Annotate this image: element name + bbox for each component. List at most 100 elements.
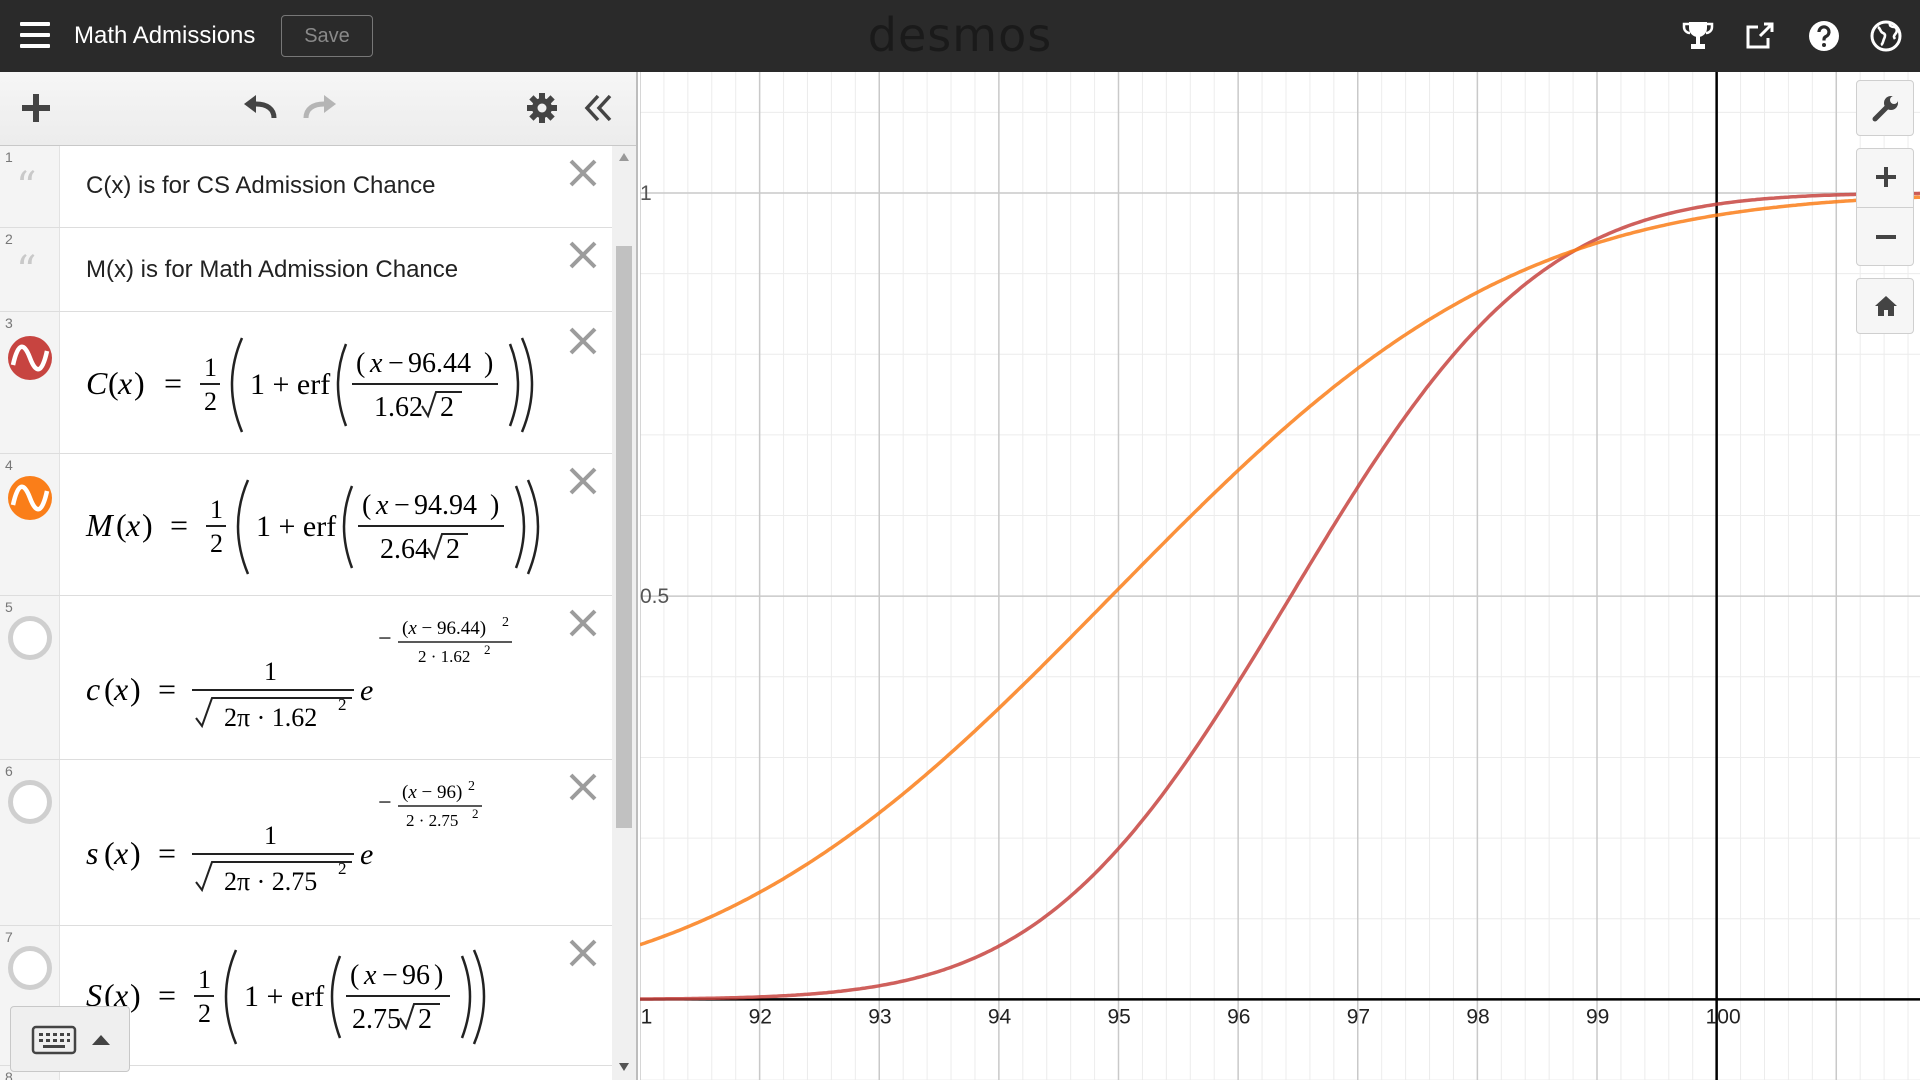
expression-item-5[interactable]: 5 c (x) = 1 2π · 1.62 2 e − (x − 96.44) … bbox=[0, 596, 612, 760]
expression-item-2[interactable]: 2 “ M(x) is for Math Admission Chance bbox=[0, 228, 612, 312]
formula-pdf[interactable]: c (x) = 1 2π · 1.62 2 e − (x − 96.44) 2 … bbox=[84, 610, 524, 750]
svg-text:1 + erf: 1 + erf bbox=[250, 368, 330, 401]
hidden-graph-toggle[interactable] bbox=[8, 616, 52, 660]
expression-number: 2 bbox=[5, 231, 13, 247]
scroll-up-icon[interactable] bbox=[618, 152, 630, 162]
caret-up-icon bbox=[92, 1035, 110, 1045]
top-bar: Math Admissions Save desmos bbox=[0, 0, 1920, 72]
globe-icon[interactable] bbox=[1868, 18, 1904, 54]
svg-text:1: 1 bbox=[198, 965, 211, 994]
expression-scrollbar[interactable] bbox=[612, 146, 636, 1080]
share-icon[interactable] bbox=[1742, 18, 1778, 54]
redo-icon[interactable] bbox=[300, 92, 340, 124]
svg-text:2: 2 bbox=[472, 806, 479, 821]
x-tick-label: 97 bbox=[1347, 1005, 1370, 1028]
wrench-icon bbox=[1872, 96, 1898, 122]
svg-text:96: 96 bbox=[402, 960, 430, 991]
menu-icon[interactable] bbox=[20, 22, 50, 48]
svg-text:s: s bbox=[86, 835, 98, 871]
svg-text:=: = bbox=[170, 507, 188, 543]
zoom-out-icon[interactable] bbox=[1874, 225, 1898, 249]
expression-item-4[interactable]: 4 M (x) = 1 2 1 + erf (x − 94.94) 2.64 2 bbox=[0, 454, 612, 596]
svg-text:1 + erf: 1 + erf bbox=[244, 980, 324, 1013]
delete-icon[interactable] bbox=[566, 464, 600, 498]
hidden-graph-toggle[interactable] bbox=[8, 946, 52, 990]
x-tick-label: 100 bbox=[1706, 1005, 1741, 1028]
y-tick-label: 1 bbox=[640, 182, 652, 205]
svg-text:−: − bbox=[378, 790, 392, 816]
svg-text:1: 1 bbox=[264, 657, 277, 686]
svg-text:C: C bbox=[86, 365, 108, 401]
x-tick-label: 98 bbox=[1466, 1005, 1489, 1028]
svg-text:x: x bbox=[369, 348, 383, 379]
collapse-panel-icon[interactable] bbox=[582, 92, 614, 124]
delete-icon[interactable] bbox=[566, 936, 600, 970]
settings-gear-icon[interactable] bbox=[526, 92, 558, 124]
svg-text:2: 2 bbox=[484, 642, 491, 657]
delete-icon[interactable] bbox=[566, 156, 600, 190]
svg-text:2: 2 bbox=[338, 859, 347, 878]
svg-text:(x − 96): (x − 96) bbox=[402, 782, 462, 803]
keypad-toggle-button[interactable] bbox=[10, 1006, 130, 1072]
add-item-icon[interactable] bbox=[20, 92, 52, 124]
svg-text:M: M bbox=[85, 507, 115, 543]
svg-text:2 · 1.62: 2 · 1.62 bbox=[418, 647, 470, 666]
undo-icon[interactable] bbox=[240, 92, 280, 124]
svg-text:=: = bbox=[164, 365, 182, 401]
svg-text:x: x bbox=[113, 835, 128, 871]
svg-text:2: 2 bbox=[338, 695, 347, 714]
svg-text:2π · 2.75: 2π · 2.75 bbox=[224, 867, 317, 896]
help-icon[interactable] bbox=[1806, 18, 1842, 54]
svg-text:2: 2 bbox=[446, 534, 460, 565]
svg-text:(: ( bbox=[362, 490, 371, 521]
graph-paper[interactable]: 91 92 93 94 95 96 97 98 99 100 0.5 1 bbox=[640, 72, 1920, 1080]
svg-text:): ) bbox=[130, 977, 141, 1013]
svg-text:): ) bbox=[134, 365, 145, 401]
trophy-icon[interactable] bbox=[1680, 18, 1716, 54]
x-tick-label: 91 bbox=[640, 1005, 652, 1028]
svg-text:1: 1 bbox=[210, 495, 223, 524]
hidden-graph-toggle[interactable] bbox=[8, 780, 52, 824]
delete-icon[interactable] bbox=[566, 324, 600, 358]
formula-cdf[interactable]: C (x) = 1 2 1 + erf (x − 96.44) 1.62 2 bbox=[84, 328, 554, 438]
expression-number: 3 bbox=[5, 315, 13, 331]
scrollbar-thumb[interactable] bbox=[616, 246, 632, 828]
expression-number: 7 bbox=[5, 929, 13, 945]
keyboard-icon bbox=[31, 1025, 77, 1055]
expression-item-3[interactable]: 3 C (x) = 1 2 1 + erf (x − 96.44) 1.62 2 bbox=[0, 312, 612, 454]
expression-panel: 1 “ C(x) is for CS Admission Chance 2 “ … bbox=[0, 72, 638, 1080]
expression-item-6[interactable]: 6 s (x) = 1 2π · 2.75 2 e − (x − 96) 2 2… bbox=[0, 760, 612, 926]
note-text[interactable]: M(x) is for Math Admission Chance bbox=[86, 256, 458, 284]
zoom-in-icon[interactable] bbox=[1874, 165, 1898, 189]
default-viewport-button[interactable] bbox=[1856, 278, 1914, 334]
delete-icon[interactable] bbox=[566, 606, 600, 640]
formula-cdf[interactable]: S (x) = 1 2 1 + erf (x − 96) 2.75 2 bbox=[84, 940, 554, 1050]
save-button[interactable]: Save bbox=[281, 15, 373, 57]
svg-text:2π · 1.62: 2π · 1.62 bbox=[224, 703, 317, 732]
expression-item-1[interactable]: 1 “ C(x) is for CS Admission Chance bbox=[0, 146, 612, 228]
delete-icon[interactable] bbox=[566, 770, 600, 804]
graph-title[interactable]: Math Admissions bbox=[74, 22, 255, 50]
x-tick-label: 92 bbox=[749, 1005, 772, 1028]
scroll-down-icon[interactable] bbox=[618, 1062, 630, 1072]
expression-toolbar bbox=[0, 72, 636, 146]
svg-text:−: − bbox=[388, 348, 404, 379]
formula-cdf[interactable]: M (x) = 1 2 1 + erf (x − 94.94) 2.64 2 bbox=[84, 470, 564, 580]
svg-text:96.44: 96.44 bbox=[408, 348, 471, 379]
x-tick-label: 95 bbox=[1108, 1005, 1131, 1028]
formula-pdf[interactable]: s (x) = 1 2π · 2.75 2 e − (x − 96) 2 2 ·… bbox=[84, 774, 524, 914]
graph-color-toggle-icon[interactable] bbox=[6, 334, 54, 382]
svg-text:2: 2 bbox=[468, 779, 475, 794]
graph-color-toggle-icon[interactable] bbox=[6, 474, 54, 522]
svg-text:x: x bbox=[375, 490, 389, 521]
svg-text:1 + erf: 1 + erf bbox=[256, 510, 336, 543]
expression-number: 4 bbox=[5, 457, 13, 473]
graph-settings-button[interactable] bbox=[1856, 80, 1914, 136]
expression-number: 1 bbox=[5, 149, 13, 165]
svg-text:): ) bbox=[484, 348, 493, 379]
expression-list: 1 “ C(x) is for CS Admission Chance 2 “ … bbox=[0, 146, 612, 1080]
svg-text:−: − bbox=[394, 490, 410, 521]
delete-icon[interactable] bbox=[566, 238, 600, 272]
graph-background bbox=[640, 72, 1920, 1080]
note-text[interactable]: C(x) is for CS Admission Chance bbox=[86, 172, 435, 200]
